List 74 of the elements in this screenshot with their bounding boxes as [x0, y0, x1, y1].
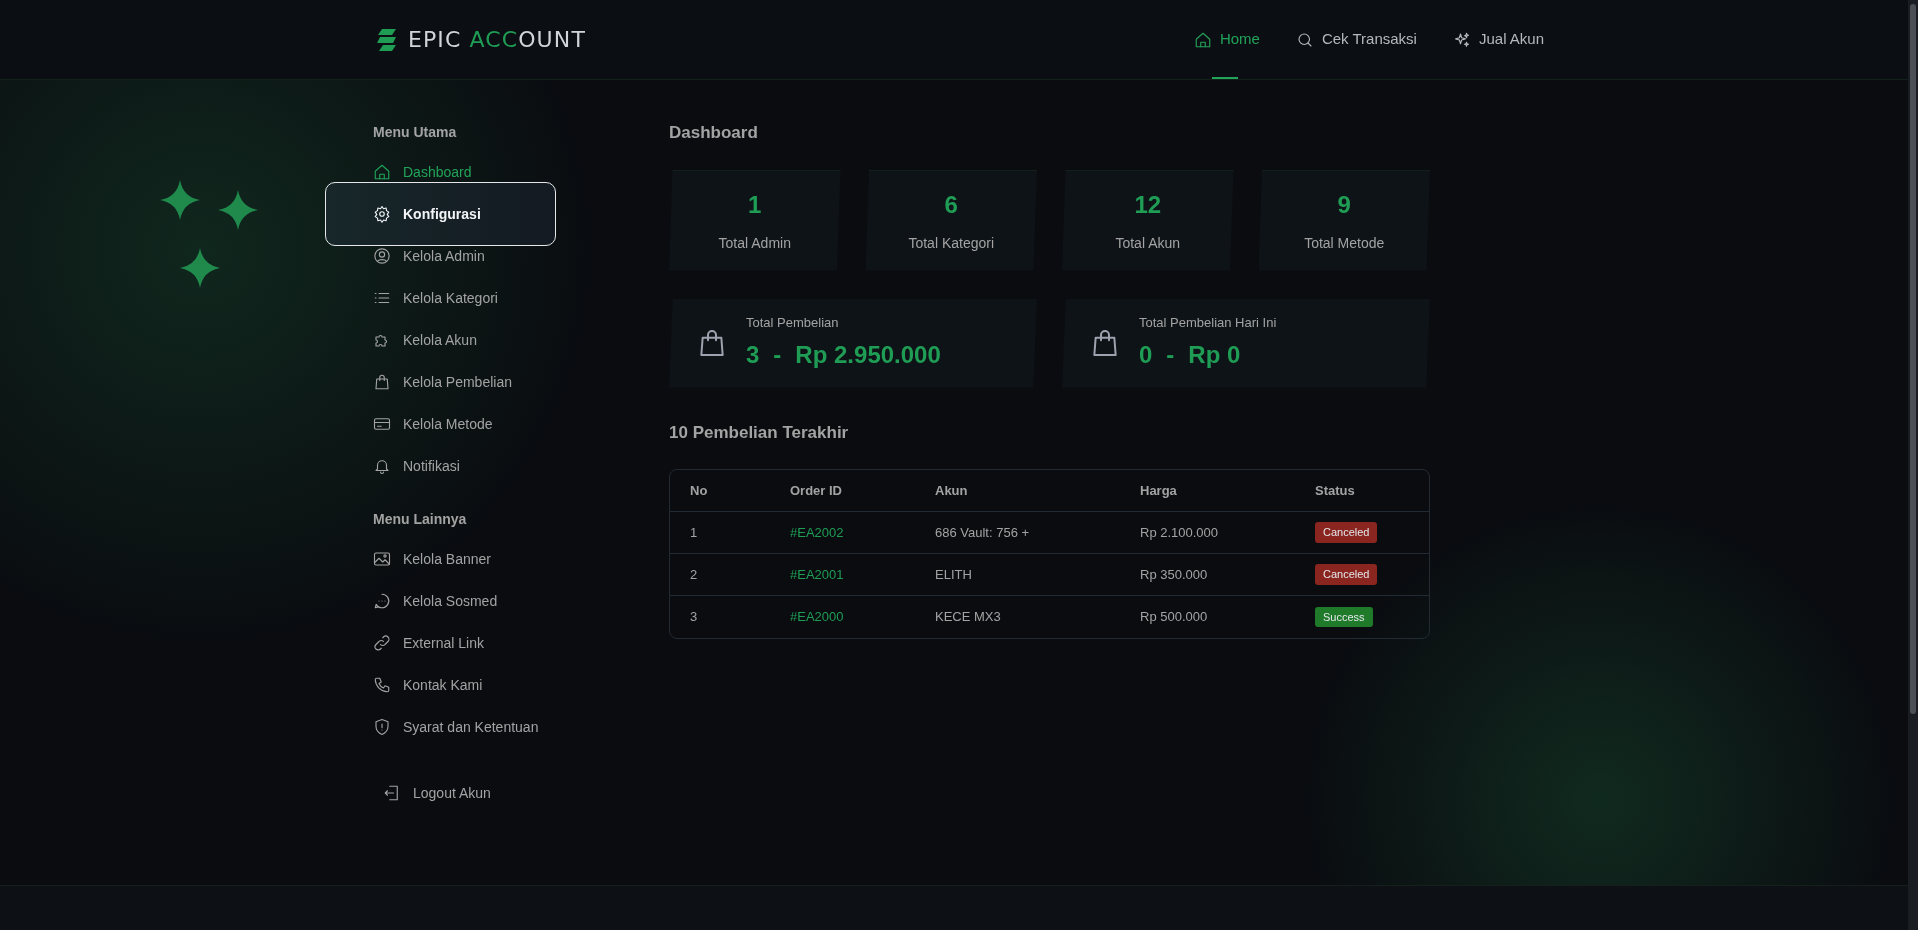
purchase-count: 3 — [746, 339, 760, 370]
stat-value: 9 — [1337, 190, 1351, 220]
column-header: Status — [1315, 481, 1356, 500]
chat-bubble-icon — [373, 592, 391, 610]
table-cell-text: ELITH — [935, 565, 973, 584]
order-id-link[interactable]: #EA2002 — [790, 522, 935, 543]
credit-card-icon — [373, 415, 391, 433]
stat-label: Total Akun — [1115, 234, 1181, 253]
nav-link[interactable]: Home — [1193, 0, 1260, 79]
home-icon — [1193, 30, 1212, 49]
nav-link[interactable]: Jual Akun — [1452, 0, 1544, 79]
stat-label: Total Kategori — [908, 234, 995, 253]
purchase-amount: Rp 0 — [1188, 339, 1241, 370]
sidebar-item[interactable]: Kontak Kami — [373, 676, 483, 694]
sidebar-item[interactable]: Kelola Kategori — [373, 289, 498, 307]
sidebar-item[interactable]: External Link — [373, 634, 484, 652]
phone-icon — [373, 676, 391, 694]
order-id-link[interactable]: #EA2000 — [790, 607, 935, 627]
image-icon — [373, 550, 391, 568]
sidebar-item[interactable]: Kelola Pembelian — [373, 373, 512, 391]
nav-link[interactable]: Cek Transaksi — [1295, 0, 1417, 79]
section-title: 10 Pembelian Terakhir — [669, 421, 850, 444]
stat-label: Total Admin — [718, 234, 791, 253]
sidebar-item[interactable]: Notifikasi — [373, 457, 460, 475]
sidebar-item[interactable]: Kelola Akun — [373, 331, 477, 349]
table-cell-text: 686 Vault: 756 + — [935, 523, 1031, 542]
purchase-amount: Rp 2.950.000 — [795, 339, 941, 370]
status-badge: Canceled — [1315, 564, 1378, 585]
status-badge: Canceled — [1315, 522, 1378, 543]
sidebar-item[interactable]: Kelola Admin — [373, 247, 485, 265]
stat-value: 12 — [1134, 190, 1162, 220]
column-header: Order ID — [790, 481, 843, 500]
table-cell-text: 2 — [690, 565, 699, 584]
sidebar-item[interactable]: Dashboard — [373, 163, 472, 181]
bell-icon — [373, 457, 391, 475]
logout-icon — [383, 784, 401, 802]
page-title: Dashboard — [669, 122, 759, 144]
link-icon — [373, 634, 391, 652]
stat-label: Total Metode — [1304, 234, 1385, 253]
logout-link[interactable]: Logout Akun — [325, 772, 621, 814]
purchase-count: 0 — [1139, 339, 1153, 370]
sidebar-item[interactable]: Konfigurasi — [325, 182, 556, 246]
user-icon — [373, 247, 391, 265]
sidebar-item[interactable]: Kelola Banner — [373, 550, 491, 568]
sparkles-icon — [1452, 30, 1471, 49]
column-header: No — [690, 481, 709, 500]
search-icon — [1295, 30, 1314, 49]
settings-icon — [373, 205, 391, 223]
status-badge: Success — [1315, 606, 1373, 628]
scrollbar[interactable] — [1908, 0, 1918, 930]
purchase-label: Total Pembelian — [746, 314, 840, 333]
stat-value: 6 — [944, 190, 958, 220]
table-cell-text: Rp 500.000 — [1140, 608, 1209, 627]
sidebar-item[interactable]: Kelola Sosmed — [373, 592, 498, 610]
sidebar-section-title: Menu Utama — [372, 123, 458, 142]
sidebar-item[interactable]: Syarat dan Ketentuan — [373, 718, 539, 736]
table-cell-text: 1 — [690, 523, 699, 542]
table-cell-text: KECE MX3 — [935, 608, 1002, 627]
table-cell-text: Rp 350.000 — [1140, 565, 1209, 584]
table-cell-text: 3 — [690, 608, 699, 627]
sidebar-section-title: Menu Lainnya — [372, 510, 468, 529]
stat-value: 1 — [748, 190, 762, 220]
shopping-bag-icon — [373, 373, 391, 391]
separator-text: - — [773, 339, 782, 370]
sidebar-item[interactable]: Kelola Metode — [373, 415, 493, 433]
home-icon — [373, 163, 391, 181]
table-cell-text: Rp 2.100.000 — [1140, 523, 1220, 542]
logo-text[interactable]: EPIC ACCOUNT — [408, 23, 586, 56]
order-id-link[interactable]: #EA2001 — [790, 564, 935, 585]
shield-icon — [373, 718, 391, 736]
column-header: Harga — [1140, 481, 1178, 500]
purchase-label: Total Pembelian Hari Ini — [1139, 314, 1277, 333]
column-header: Akun — [935, 481, 969, 500]
separator-text: - — [1166, 339, 1175, 370]
